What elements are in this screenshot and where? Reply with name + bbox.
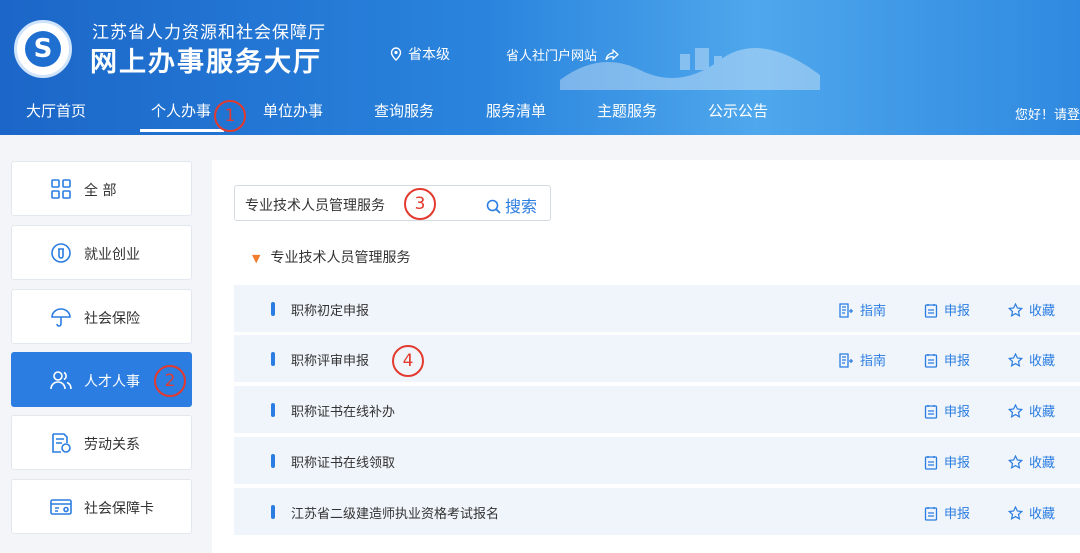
form-icon (924, 456, 938, 470)
login-greeting[interactable]: 您好！请登 (1015, 104, 1080, 123)
service-name[interactable]: 职称证书在线补办 (291, 401, 395, 420)
search-button[interactable]: 搜索 (486, 193, 537, 217)
favorite-label: 收藏 (1029, 354, 1056, 369)
users-icon (50, 371, 72, 390)
apply-button[interactable]: 申报 (924, 452, 970, 471)
sidebar-item-label: 社会保障卡 (84, 501, 154, 517)
nav-notice[interactable]: 公示公告 (708, 100, 768, 121)
form-icon (924, 304, 938, 318)
service-name[interactable]: 江苏省二级建造师执业资格考试报名 (291, 503, 499, 522)
sidebar-item-labor[interactable]: 劳动关系 (11, 415, 192, 470)
guide-doc-icon (839, 303, 853, 318)
sidebar-item-label: 人才人事 (84, 374, 140, 390)
row-marker (271, 302, 275, 316)
annotation-4: 4 (392, 345, 424, 377)
favorite-label: 收藏 (1029, 507, 1056, 522)
apply-label: 申报 (944, 304, 971, 319)
portal-link[interactable]: 省人社门户网站 (506, 45, 620, 64)
guide-button[interactable]: 指南 (838, 300, 886, 319)
search-button-label: 搜索 (505, 197, 538, 216)
nav-service-list[interactable]: 服务清单 (486, 100, 546, 121)
apply-button[interactable]: 申报 (924, 503, 970, 522)
apply-label: 申报 (944, 405, 971, 420)
nav-personal[interactable]: 个人办事 (151, 100, 211, 121)
main-nav: 大厅首页 个人办事 单位办事 查询服务 服务清单 主题服务 公示公告 (0, 90, 1080, 132)
annotation-2: 2 (154, 365, 186, 397)
sidebar-item-label: 就业创业 (84, 247, 140, 263)
level-label: 省本级 (408, 47, 450, 63)
row-marker (271, 454, 275, 468)
form-icon (924, 354, 938, 368)
service-name[interactable]: 职称评审申报 (291, 350, 369, 369)
sidebar-item-label: 劳动关系 (84, 437, 140, 453)
favorite-button[interactable]: 收藏 (1007, 300, 1056, 319)
apply-label: 申报 (944, 354, 971, 369)
expand-triangle-icon: ▼ (252, 252, 261, 265)
row-marker (271, 505, 275, 519)
apply-button[interactable]: 申报 (924, 401, 970, 420)
form-icon (924, 405, 938, 419)
sidebar-item-all[interactable]: 全 部 (11, 161, 192, 216)
search-icon (486, 199, 501, 214)
apply-label: 申报 (944, 507, 971, 522)
guide-label: 指南 (860, 304, 887, 319)
portal-label: 省人社门户网站 (506, 49, 598, 64)
star-icon (1007, 302, 1024, 317)
star-icon (1007, 454, 1024, 469)
grid-icon (51, 179, 71, 199)
header: S 江苏省人力资源和社会保障厅 网上办事服务大厅 省本级 省人社门户网站 大厅首… (0, 0, 1080, 135)
search-box[interactable]: 专业技术人员管理服务 搜索 (234, 185, 551, 221)
apply-label: 申报 (944, 456, 971, 471)
logo-emblem-icon: S (25, 31, 61, 67)
favorite-button[interactable]: 收藏 (1007, 401, 1056, 420)
service-name[interactable]: 职称证书在线领取 (291, 452, 395, 471)
guide-doc-icon (839, 353, 853, 368)
search-input[interactable]: 专业技术人员管理服务 (245, 195, 385, 215)
row-marker (271, 403, 275, 417)
sidebar-item-label: 全 部 (84, 183, 117, 199)
nav-active-indicator (140, 129, 224, 132)
apply-button[interactable]: 申报 (924, 300, 970, 319)
favorite-label: 收藏 (1029, 405, 1056, 420)
favorite-label: 收藏 (1029, 304, 1056, 319)
favorite-button[interactable]: 收藏 (1007, 503, 1056, 522)
favorite-button[interactable]: 收藏 (1007, 452, 1056, 471)
sidebar-item-social-insurance[interactable]: 社会保险 (11, 289, 192, 344)
guide-button[interactable]: 指南 (838, 350, 886, 369)
level-selector[interactable]: 省本级 (390, 44, 450, 64)
star-icon (1007, 403, 1024, 418)
employment-icon (51, 243, 71, 263)
star-icon (1007, 352, 1024, 367)
nav-theme[interactable]: 主题服务 (597, 100, 657, 121)
logo: S (14, 20, 72, 78)
nav-query[interactable]: 查询服务 (374, 100, 434, 121)
service-name[interactable]: 职称初定申报 (291, 300, 369, 319)
card-icon (50, 499, 72, 515)
star-icon (1007, 505, 1024, 520)
document-seal-icon (52, 433, 71, 453)
nav-unit[interactable]: 单位办事 (263, 100, 323, 121)
form-icon (924, 507, 938, 521)
nav-home[interactable]: 大厅首页 (26, 100, 86, 121)
favorite-label: 收藏 (1029, 456, 1056, 471)
category-title: 专业技术人员管理服务 (270, 250, 411, 266)
favorite-button[interactable]: 收藏 (1007, 350, 1056, 369)
category-header[interactable]: ▼ 专业技术人员管理服务 (252, 247, 410, 267)
sidebar-item-label: 社会保险 (84, 311, 140, 327)
guide-label: 指南 (860, 354, 887, 369)
annotation-3: 3 (404, 188, 436, 220)
umbrella-icon (51, 308, 71, 327)
share-arrow-icon (605, 48, 620, 61)
sidebar-item-social-card[interactable]: 社会保障卡 (11, 479, 192, 534)
sidebar-item-employment[interactable]: 就业创业 (11, 225, 192, 280)
apply-button[interactable]: 申报 (924, 350, 970, 369)
location-pin-icon (390, 47, 402, 61)
site-title: 网上办事服务大厅 (90, 47, 322, 78)
row-marker (271, 352, 275, 366)
annotation-1: 1 (214, 100, 246, 132)
